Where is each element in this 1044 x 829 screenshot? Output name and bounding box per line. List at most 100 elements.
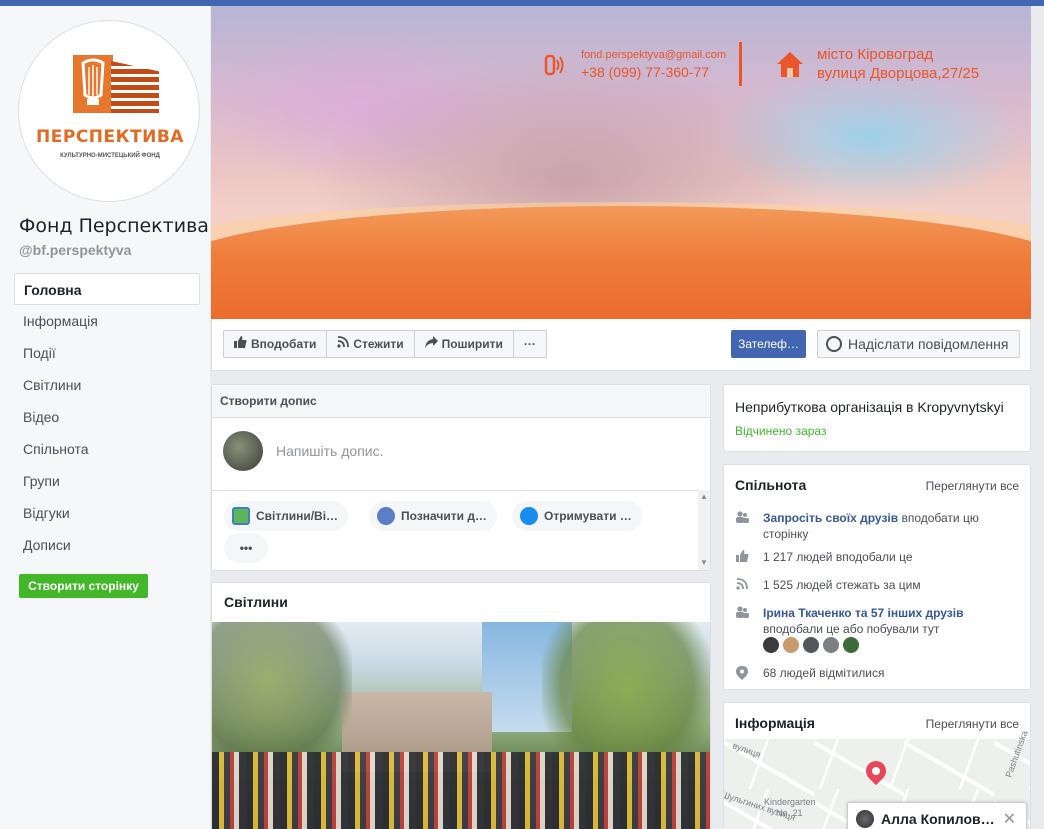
post-composer-input[interactable]: Напишіть допис. — [276, 443, 383, 459]
share-button-label: Поширити — [441, 337, 503, 351]
follows-count[interactable]: 1 525 людей стежать за цим — [763, 577, 1023, 593]
people-icon — [735, 606, 749, 620]
rss-icon — [337, 331, 350, 357]
page-title[interactable]: Фонд Перспектива — [19, 215, 209, 237]
community-card: Спільнота Переглянути все Запросіть свої… — [723, 464, 1031, 690]
friend-avatar[interactable] — [823, 637, 839, 653]
nav-item-videos[interactable]: Відео — [14, 401, 200, 433]
likes-count[interactable]: 1 217 людей вподобали це — [763, 549, 1023, 565]
follow-button[interactable]: Стежити — [327, 331, 415, 357]
friend-avatar[interactable] — [843, 637, 859, 653]
lyre-block — [73, 55, 113, 113]
map-pin-dot — [872, 767, 880, 775]
nav-item-events[interactable]: Події — [14, 337, 200, 369]
friend-avatars — [763, 637, 859, 653]
share-arrow-icon — [424, 331, 438, 357]
logo-stripes — [111, 61, 159, 113]
page-action-bar: Вподобати Стежити Поширити ··· Зателеф… … — [211, 319, 1031, 371]
about-card: Неприбуткова організація в Kropyvnytskyi… — [723, 384, 1031, 452]
photo-icon — [232, 507, 250, 525]
photo-video-label: Світлини/Ві… — [256, 509, 339, 523]
create-page-button[interactable]: Створити сторінку — [19, 574, 148, 598]
info-title[interactable]: Інформація — [735, 715, 815, 731]
nav-item-home[interactable]: Головна — [14, 273, 200, 305]
featured-photo[interactable] — [212, 622, 710, 829]
thumbs-up-icon — [234, 331, 247, 357]
rss-icon — [735, 578, 749, 592]
tag-friends-label: Позначити д… — [401, 509, 487, 523]
composer-scrollbar[interactable]: ▲ ▼ — [698, 490, 710, 570]
location-pin-icon — [735, 666, 749, 680]
share-button[interactable]: Поширити — [415, 331, 514, 357]
photo-video-option[interactable]: Світлини/Ві… — [224, 501, 349, 531]
community-title[interactable]: Спільнота — [735, 477, 806, 493]
get-messages-label: Отримувати … — [544, 509, 632, 523]
map-label: Pashutinska — [1003, 729, 1030, 779]
invite-friends-link[interactable]: Запросіть своїх друзів — [763, 511, 898, 525]
scroll-down-icon[interactable]: ▼ — [700, 558, 708, 567]
composer-avatar — [223, 431, 263, 471]
scroll-up-icon[interactable]: ▲ — [700, 492, 708, 501]
invite-friends-text: Запросіть своїх друзів вподобати цю стор… — [763, 510, 1023, 542]
nav-item-groups[interactable]: Групи — [14, 465, 200, 497]
cover-orange-wave — [211, 206, 1031, 319]
friend-avatar[interactable] — [783, 637, 799, 653]
call-button[interactable]: Зателеф… — [731, 330, 806, 358]
community-see-all-link[interactable]: Переглянути все — [926, 479, 1019, 493]
page-nav: Головна Інформація Події Світлини Відео … — [14, 273, 200, 561]
nav-item-community[interactable]: Спільнота — [14, 433, 200, 465]
get-messages-option[interactable]: Отримувати … — [512, 501, 642, 531]
cover-photo[interactable]: fond.perspektyva@gmail.com +38 (099) 77-… — [211, 6, 1031, 319]
page-handle[interactable]: @bf.perspektyva — [19, 242, 131, 258]
contact-divider — [739, 42, 742, 86]
composer-more-button[interactable]: ••• — [224, 533, 268, 563]
contact-city: місто Кіровоград — [817, 46, 934, 63]
open-status: Відчинено зараз — [735, 424, 827, 438]
logo-subtitle: КУЛЬТУРНО-МИСТЕЦЬКИЙ ФОНД — [60, 153, 160, 159]
messenger-icon — [826, 336, 842, 352]
nav-item-posts[interactable]: Дописи — [14, 529, 200, 561]
tag-people-icon — [377, 507, 395, 525]
home-icon — [775, 50, 805, 78]
contact-street: вулиця Дворцова,27/25 — [817, 65, 980, 82]
close-icon[interactable]: ✕ — [1003, 809, 1016, 829]
page-avatar[interactable]: ПЕРСПЕКТИВА КУЛЬТУРНО-МИСТЕЦЬКИЙ ФОНД — [18, 20, 200, 202]
chat-contact-name[interactable]: Алла Копилов… — [881, 811, 995, 827]
nav-item-info[interactable]: Інформація — [14, 305, 200, 337]
more-options-button[interactable]: ··· — [514, 331, 546, 357]
logo-title: ПЕРСПЕКТИВА — [36, 127, 184, 147]
create-post-header[interactable]: Створити допис — [212, 385, 710, 418]
contact-phone: +38 (099) 77-360-77 — [581, 64, 710, 80]
thumbs-up-icon — [735, 550, 749, 564]
left-column: ПЕРСПЕКТИВА КУЛЬТУРНО-МИСТЕЦЬКИЙ ФОНД Фо… — [0, 6, 210, 829]
nav-item-photos[interactable]: Світлини — [14, 369, 200, 401]
friends-rest: вподобали це або побували тут — [763, 622, 940, 636]
friends-text: Ірина Ткаченко та 57 інших друзів вподоба… — [763, 605, 1023, 637]
follow-button-label: Стежити — [353, 337, 404, 351]
friends-link[interactable]: Ірина Ткаченко та 57 інших друзів — [763, 606, 963, 620]
photo-crowd — [212, 752, 710, 829]
tag-friends-option[interactable]: Позначити д… — [369, 501, 497, 531]
nav-item-reviews[interactable]: Відгуки — [14, 497, 200, 529]
cover-silhouettes — [291, 46, 851, 216]
info-see-all-link[interactable]: Переглянути все — [926, 717, 1019, 731]
category-text[interactable]: Неприбуткова організація в Kropyvnytskyi — [735, 399, 1004, 415]
photo-tree-left — [212, 622, 352, 772]
phone-icon — [539, 52, 565, 78]
action-button-group: Вподобати Стежити Поширити ··· — [223, 330, 547, 358]
create-post-card: Створити допис Напишіть допис. Світлини/… — [211, 384, 711, 571]
chat-tab[interactable]: Алла Копилов… ✕ — [847, 802, 1027, 829]
photos-title[interactable]: Світлини — [224, 594, 288, 610]
chat-avatar — [856, 810, 874, 828]
lyre-logo-icon — [73, 55, 159, 115]
checkins-count[interactable]: 68 людей відмітилися — [763, 665, 1023, 681]
friend-avatar[interactable] — [763, 637, 779, 653]
photos-card: Світлини — [211, 582, 711, 829]
people-icon — [735, 511, 749, 525]
like-button-label: Вподобати — [251, 337, 317, 351]
friend-avatar[interactable] — [803, 637, 819, 653]
send-message-button[interactable]: Надіслати повідомлення — [817, 330, 1020, 358]
composer-options: Світлини/Ві… Позначити д… Отримувати … •… — [212, 490, 698, 570]
contact-email: fond.perspektyva@gmail.com — [581, 49, 727, 61]
like-button[interactable]: Вподобати — [224, 331, 328, 357]
